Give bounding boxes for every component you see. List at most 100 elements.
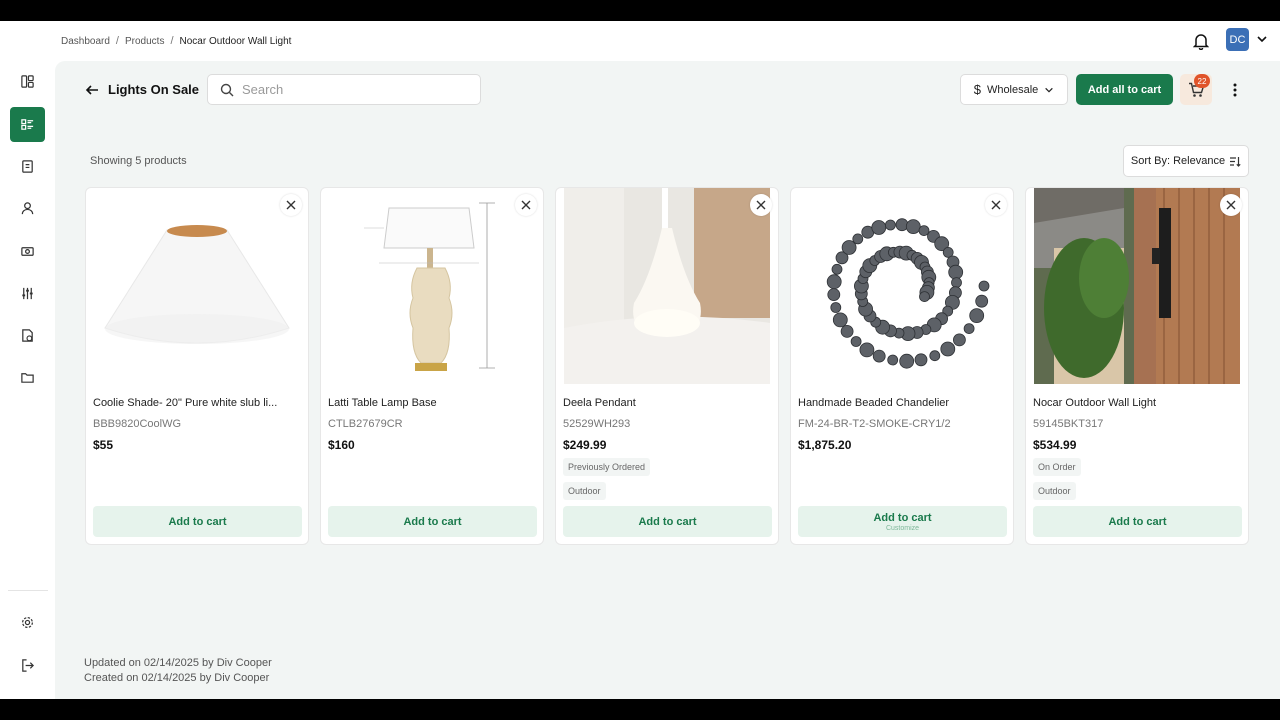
cart-count-badge: 22 — [1194, 74, 1210, 88]
sidebar-divider — [8, 590, 48, 591]
product-price: $249.99 — [563, 438, 607, 452]
search-icon — [220, 83, 234, 96]
remove-product-button[interactable] — [1220, 194, 1242, 216]
sort-label: Sort By: Relevance — [1130, 155, 1226, 167]
product-tag: On Order — [1033, 458, 1081, 476]
product-card[interactable]: Latti Table Lamp Base CTLB27679CR $160 A… — [320, 187, 544, 545]
bead — [914, 353, 928, 367]
sort-icon — [1230, 156, 1241, 167]
pendant-lamp-image — [564, 188, 770, 384]
close-icon — [991, 200, 1001, 210]
sidebar — [0, 21, 55, 699]
sidebar-item-dashboard[interactable] — [10, 64, 45, 99]
product-name[interactable]: Deela Pendant — [563, 397, 768, 409]
breadcrumb-current: Nocar Outdoor Wall Light — [179, 35, 292, 47]
customize-link[interactable]: Customize — [886, 525, 919, 532]
updated-info: Updated on 02/14/2025 by Div Cooper — [84, 657, 272, 669]
bead — [840, 324, 854, 338]
product-card[interactable]: Handmade Beaded Chandelier FM-24-BR-T2-S… — [790, 187, 1014, 545]
add-to-cart-button[interactable]: Add to cart — [1033, 506, 1242, 537]
sidebar-item-payments[interactable] — [10, 234, 45, 269]
product-sku: CTLB27679CR — [328, 418, 403, 430]
product-image[interactable] — [1034, 188, 1240, 384]
customers-icon — [21, 202, 34, 215]
product-card[interactable]: Nocar Outdoor Wall Light 59145BKT317 $53… — [1025, 187, 1249, 545]
sidebar-item-settings[interactable] — [10, 605, 45, 640]
product-tag: Outdoor — [563, 482, 606, 500]
add-to-cart-button[interactable]: Add to cart — [563, 506, 772, 537]
product-price: $534.99 — [1033, 438, 1077, 452]
sidebar-item-configure[interactable] — [10, 276, 45, 311]
orders-icon — [22, 160, 33, 173]
sidebar-item-products[interactable] — [10, 107, 45, 142]
sidebar-item-reports[interactable] — [10, 318, 45, 353]
sort-select[interactable]: Sort By: Relevance — [1123, 145, 1249, 177]
beaded-chandelier-image — [799, 188, 1005, 384]
logout-icon — [22, 659, 34, 672]
remove-product-button[interactable] — [985, 194, 1007, 216]
add-all-to-cart-button[interactable]: Add all to cart — [1076, 74, 1173, 105]
product-card[interactable]: Deela Pendant 52529WH293 $249.99 Previou… — [555, 187, 779, 545]
bead — [905, 219, 921, 234]
add-to-cart-button[interactable]: Add to cart — [328, 506, 537, 537]
sidebar-item-files[interactable] — [10, 360, 45, 395]
close-icon — [1226, 200, 1236, 210]
product-sku: FM-24-BR-T2-SMOKE-CRY1/2 — [798, 418, 951, 430]
remove-product-button[interactable] — [515, 194, 537, 216]
dashboard-icon — [21, 75, 34, 88]
bell-icon[interactable] — [1193, 32, 1209, 50]
audit-info: Updated on 02/14/2025 by Div Cooper Crea… — [84, 656, 272, 686]
breadcrumb-products[interactable]: Products — [125, 36, 164, 47]
add-to-cart-button[interactable]: Add to cart — [93, 506, 302, 537]
chevron-down-icon[interactable] — [1256, 33, 1268, 45]
product-image[interactable] — [94, 188, 300, 384]
bead — [963, 323, 975, 335]
bead — [852, 233, 864, 245]
product-image[interactable] — [329, 188, 535, 384]
chevron-down-icon — [1045, 87, 1054, 93]
close-icon — [756, 200, 766, 210]
product-count-text: Showing 5 products — [90, 155, 187, 167]
search-field[interactable] — [207, 74, 481, 105]
product-name[interactable]: Handmade Beaded Chandelier — [798, 397, 1003, 409]
product-image[interactable] — [799, 188, 1005, 384]
more-options-button[interactable] — [1223, 74, 1247, 105]
product-card[interactable]: Coolie Shade- 20" Pure white slub li... … — [85, 187, 309, 545]
product-sku: 59145BKT317 — [1033, 418, 1104, 430]
add-to-cart-label: Add to cart — [1108, 515, 1167, 528]
product-name[interactable]: Latti Table Lamp Base — [328, 397, 533, 409]
bead — [871, 220, 887, 235]
sidebar-item-logout[interactable] — [10, 648, 45, 683]
price-mode-label: Wholesale — [986, 83, 1039, 96]
back-arrow-icon[interactable] — [85, 83, 99, 97]
product-image[interactable] — [564, 188, 770, 384]
settings-sliders-icon — [22, 287, 33, 300]
add-to-cart-button[interactable]: Add to cart Customize — [798, 506, 1007, 537]
bead — [859, 342, 875, 358]
app-window: Dashboard / Products / Nocar Outdoor Wal… — [0, 21, 1280, 699]
folder-icon — [21, 373, 34, 383]
product-grid: Coolie Shade- 20" Pure white slub li... … — [85, 187, 1250, 545]
sidebar-item-customers[interactable] — [10, 191, 45, 226]
product-name[interactable]: Coolie Shade- 20" Pure white slub li... — [93, 397, 298, 409]
products-icon — [21, 119, 34, 130]
add-to-cart-label: Add to cart — [873, 511, 932, 524]
breadcrumb-dashboard[interactable]: Dashboard — [61, 36, 110, 47]
product-name[interactable]: Nocar Outdoor Wall Light — [1033, 397, 1238, 409]
product-sku: BBB9820CoolWG — [93, 418, 182, 430]
bead — [885, 219, 896, 231]
bead — [940, 341, 956, 357]
bead — [832, 312, 848, 328]
bead — [872, 349, 886, 363]
sidebar-item-orders[interactable] — [10, 149, 45, 184]
breadcrumb: Dashboard / Products / Nocar Outdoor Wal… — [61, 35, 291, 47]
avatar[interactable]: DC — [1226, 28, 1249, 51]
remove-product-button[interactable] — [280, 194, 302, 216]
bead — [952, 333, 966, 347]
search-input[interactable] — [242, 82, 462, 97]
bead — [919, 291, 930, 302]
close-icon — [286, 200, 296, 210]
remove-product-button[interactable] — [750, 194, 772, 216]
price-mode-select[interactable]: $ Wholesale — [960, 74, 1068, 105]
lamp-shade-image — [94, 188, 300, 384]
